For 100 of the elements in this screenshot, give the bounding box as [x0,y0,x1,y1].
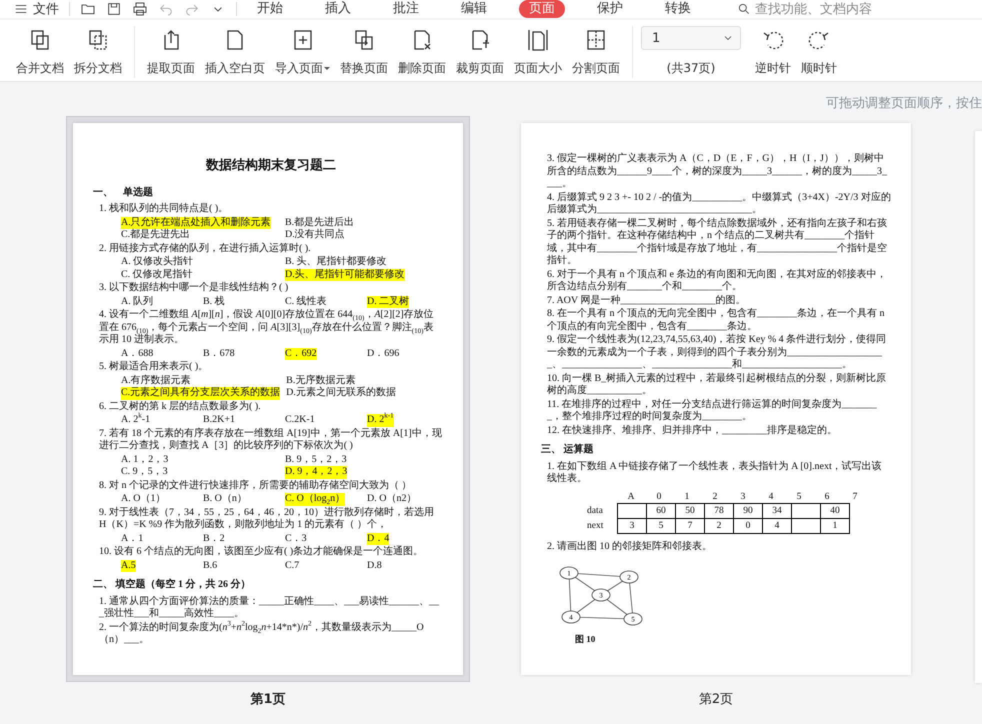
answer-option: C. 9，5，3 [121,466,168,478]
section-heading: 二、 填空题（每空 1 分，共 26 分） [93,579,252,592]
answer-option: C. 线性表 [285,296,327,308]
answer-option: A. 2$^{k}$-1 [121,414,150,426]
answer-option: C.7 [285,560,300,572]
answer-option: B. 头、尾指针都要修改 [285,256,387,268]
save-icon[interactable] [106,1,122,17]
toolbar-button[interactable]: 页面大小 [510,26,566,79]
answer-option: A. O（1） [121,493,166,506]
row-label: data [587,504,618,518]
answer-option: D.头、尾指针可能都要修改 [285,268,405,281]
page-label: 第2页 [698,691,734,708]
question-text: 12. 在快速排序、堆排序、归并排序中，_________排序是稳定的。 [547,424,838,437]
page-label: 第1页 [250,691,286,708]
table-cell: 2 [704,518,734,534]
answer-option: A. 仅修改头指针 [121,256,194,268]
ribbon-tab[interactable]: 页面 [519,0,565,18]
ribbon-tab[interactable]: 插入 [315,0,361,18]
caret-icon [324,67,330,70]
table-cell: 3 [618,518,646,534]
answer-option: B.2K+1 [203,414,236,426]
toolbar-button[interactable]: 提取页面 [143,26,199,79]
column-index: 3 [740,490,746,503]
question-text: 4. 设有一个二维数组 A[m][n]，假设 A[0][0]存放位置在 644$_{(10)}$，A[2][2]存放位置在 676$_{(10)}$，每个元素占一个空间，问 A[3][3]$_{(10)}$存放在什么位置？脚注$_{(10)}$表示用 10 进制表示。 [99,309,435,346]
toolbar-button[interactable]: 删除页面 [394,26,450,79]
column-index: 7 [852,490,858,503]
ribbon-tab[interactable]: 开始 [247,0,293,18]
table-cell: 1 [820,518,850,534]
question-text: 7. AOV 网是一种___________________的图。 [547,294,746,307]
table-cell: 34 [762,504,792,518]
printer-icon[interactable] [132,1,148,17]
table-cell: 60 [646,504,676,518]
row-label: next [587,518,618,534]
toolbar-button[interactable]: 替换页面 [336,26,392,79]
column-index: 4 [768,490,774,503]
answer-option: D．696 [367,348,400,360]
answer-option: D. 9，4，2，3 [285,466,348,478]
table-cell: 40 [820,504,850,518]
ribbon-tab[interactable]: 保护 [587,0,633,18]
question-text: 4. 后缀算式 9 2 3 +- 10 2 / -的值为__________。中缀算式（3+4X）-2Y/3 对应的后缀算式为_______________________________。 [547,192,891,216]
question-text: 6. 对于一个具有 n 个顶点和 e 条边的有向图和无向图，在其对应的邻接表中，所含边结点分别有_______个和________个。 [547,268,888,294]
table-cell [618,504,646,518]
answer-option: A. 队列 [121,296,154,308]
ribbon-tab[interactable]: 批注 [383,0,429,18]
question-text: 5. 若用链表存储一棵二叉树时，每个结点除数据域外，还有指向左孩子和右孩子的两个指针。在这种存储结构中，n 个结点的二叉树共有________个指针域，其中有________个指针域是存放了地址，有________________个指针是空指针。 [547,218,888,268]
question-text: 10. 向一棵 B_树插入元素的过程中，若最终引起树根结点的分裂，则新树比原树的高度___________。 [547,372,888,398]
file-menu[interactable]: 文件 [14,0,59,18]
toolbar-button[interactable]: 分割页面 [568,26,624,79]
rotate-button[interactable]: 逆时针 [751,26,795,79]
question-text: 1. 在如下数组 A 中链接存储了一个线性表，表头指针为 A [0].next，试写出该线性表。 [547,460,883,486]
answer-option: C. O（log$_{2}$n） [285,493,346,506]
question-text: 3. 假定一棵树的广义表表示为 A（C，D（E，F，G），H（I，J）），则树中所含的结点数为______9____个，树的深度为_____3______，树的度为_____3____。 [547,153,888,190]
ribbon-tab[interactable]: 编辑 [451,0,497,18]
toolbar-button[interactable]: 合并文档 [12,26,68,79]
answer-option: B. 栈 [203,296,225,308]
ribbon-tab[interactable]: 转换 [655,0,701,18]
table-cell: 78 [704,504,734,518]
menu-icon[interactable] [14,2,28,16]
page-size-icon [526,28,550,52]
search-field[interactable]: 查找功能、文档内容 [737,0,872,18]
answer-option: C.都是先进先出 [121,229,190,242]
column-index: 0 [656,490,662,503]
table-cell [792,518,820,534]
column-index: 2 [712,490,718,503]
table-cell [792,504,820,518]
answer-option: D.8 [367,560,382,572]
question-text: 10. 设有 6 个结点的无向图，该图至少应有( )条边才能确保是一个连通图。 [99,546,424,558]
question-text: 9. 假定一个线性表为(12,23,74,55,63,40)，若按 Key % 4 条件进行划分，使得同一余数的元素成为一个子表，则得到的四个子表分别为____________________、________________、________________和____________________。 [547,334,888,372]
answer-option: B．678 [203,348,235,360]
page-count: (共37页) [666,60,716,77]
question-text: 5. 树最适合用来表示( )。 [99,361,210,374]
document-title: 数据结构期末复习题二 [204,159,337,172]
figure-caption: 图 10 [575,632,596,645]
answer-option: D. 2$^{k-1}$ [367,414,394,426]
section-heading: 一、 单选题 [93,186,154,199]
answer-option: A. 1，2，3 [121,454,168,466]
toolbar-button[interactable]: 裁剪页面 [452,26,508,79]
question-text: 8. 在一个具有 n 个顶点的无向完全图中，包含有________条边，在一个具有 n 个顶点的有向完全图中，包含有________条边。 [547,308,886,333]
question-text: 3. 以下数据结构中哪一个是非线性结构？( ) [99,282,290,294]
toolbar-button[interactable]: 插入空白页 [201,26,269,79]
answer-option: A.只允许在端点处插入和删除元素 [121,216,271,229]
toolbar-button[interactable]: 导入页面 [271,26,334,79]
answer-option: A.5 [121,560,136,572]
question-text: 2. 请画出图 10 的邻接矩阵和邻接表。 [547,541,713,554]
rotate-button[interactable]: 顺时针 [797,26,841,79]
table-cell: 5 [646,518,676,534]
answer-option: B.无序数据元素 [286,374,356,387]
table-cell: 7 [676,518,704,534]
search-icon [737,2,751,16]
question-text: 2. 用链接方式存储的队列，在进行插入运算时( ). [99,242,312,255]
answer-option: A．1 [121,532,144,545]
question-text: 1. 栈和队列的共同特点是( )。 [99,203,230,216]
answer-option: B．2 [203,532,225,545]
column-index: 5 [796,490,802,503]
question-text: 8. 对 n 个记录的文件进行快速排序，所需要的辅助存储空间大致为（ ） [99,480,412,492]
toolbar-button[interactable]: 拆分文档 [70,26,126,79]
page-number-dropdown[interactable]: 1 [641,26,741,50]
question-text: 9. 对于线性表（7，34，55，25，64，46，20，10）进行散列存储时，若选用 H（K）=K %9 作为散列函数，则散列地址为 1 的元素有（ ）个， [99,506,435,532]
column-index: 1 [684,490,690,503]
answer-option: C.元素之间具有分支层次关系的数据 [121,387,280,400]
